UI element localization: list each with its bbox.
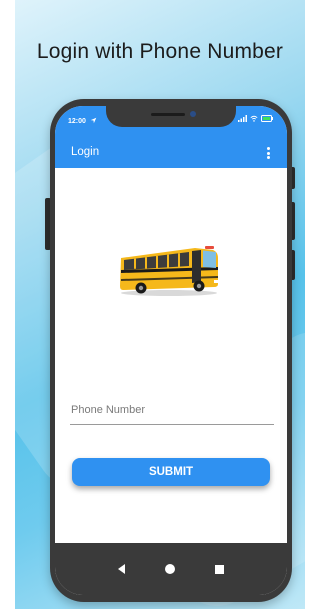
recents-icon[interactable] — [215, 564, 224, 574]
back-icon[interactable] — [118, 564, 125, 574]
school-bus-icon — [120, 246, 219, 296]
signal-icon — [238, 115, 247, 122]
status-time: 12:00 — [68, 117, 97, 125]
submit-button[interactable]: SUBMIT — [72, 458, 270, 486]
navigation-bar — [55, 543, 287, 595]
status-icons — [238, 115, 273, 122]
app-bar-title: Login — [71, 146, 100, 158]
camera-icon — [190, 111, 196, 117]
phone-screen: 12:00 Login Phone Number SUBMIT — [55, 106, 287, 595]
promo-title: Login with Phone Number — [36, 40, 284, 63]
phone-frame: 12:00 Login Phone Number SUBMIT — [50, 99, 292, 602]
status-time-text: 12:00 — [68, 118, 86, 125]
wifi-icon — [250, 115, 258, 122]
phone-number-input[interactable] — [70, 395, 274, 425]
status-bar: 12:00 — [55, 106, 287, 138]
more-vert-icon[interactable] — [267, 145, 271, 161]
battery-icon — [261, 115, 273, 122]
speaker — [151, 113, 185, 116]
home-icon[interactable] — [165, 564, 175, 574]
location-arrow-icon — [90, 117, 97, 124]
phone-number-field[interactable] — [70, 395, 274, 425]
notch — [106, 106, 236, 127]
app-bar: Login — [55, 138, 287, 168]
